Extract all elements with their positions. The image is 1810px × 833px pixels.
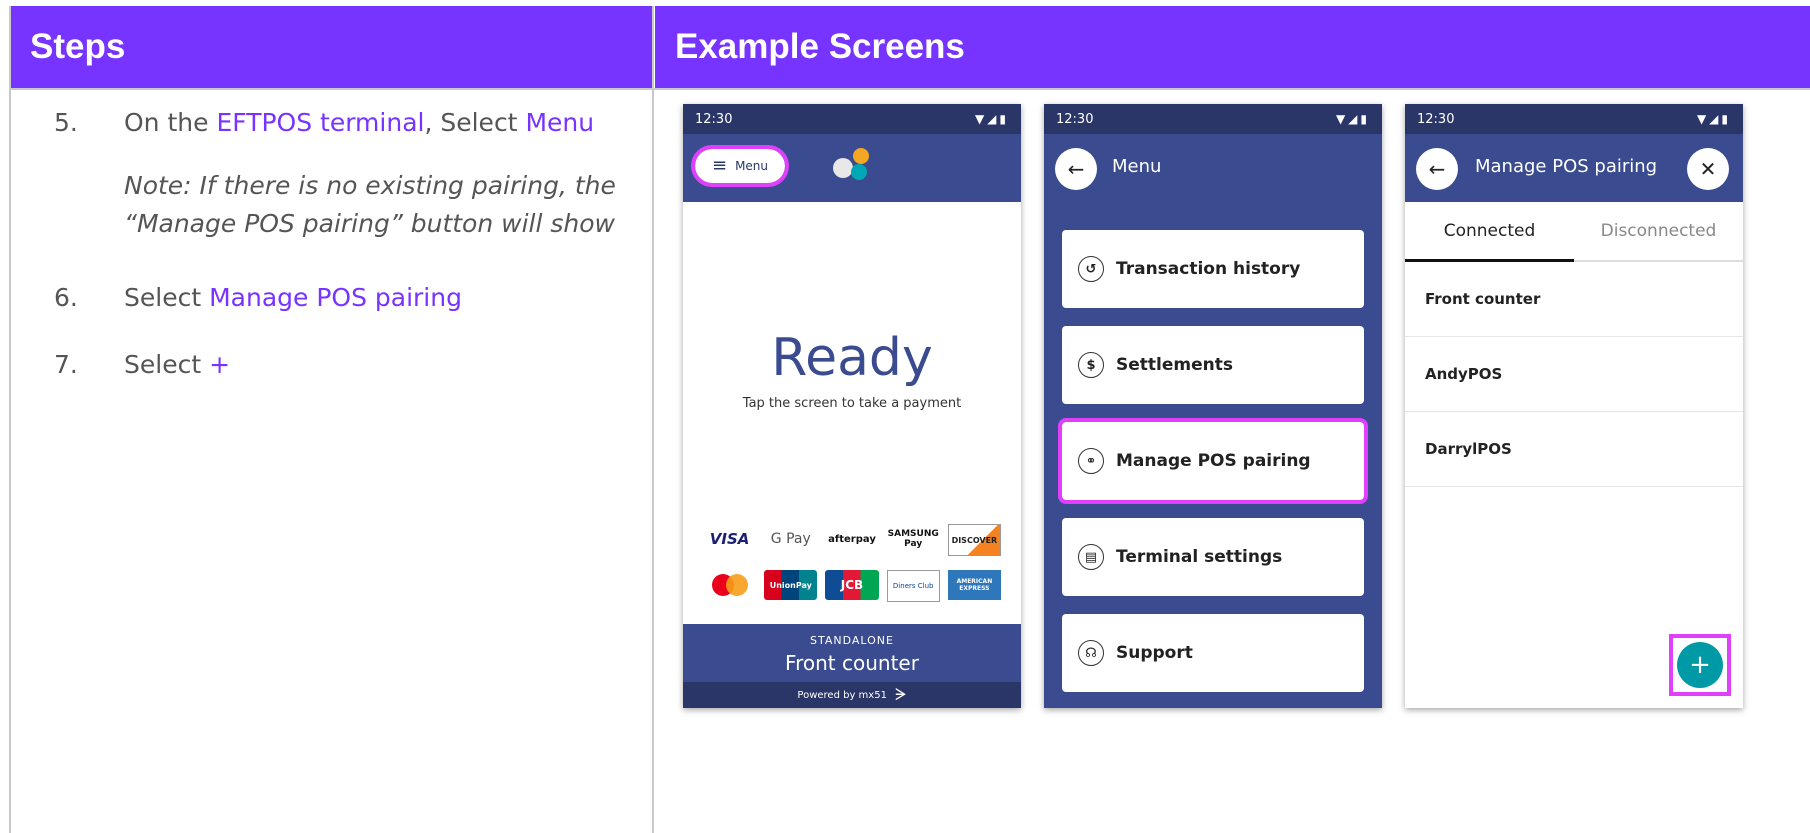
jcb-logo: JCB [825, 570, 879, 600]
menu-item-transaction-history[interactable]: ↺ Transaction history [1062, 230, 1364, 308]
add-pairing-button[interactable]: + [1677, 642, 1723, 688]
status-time: 12:30 [1417, 111, 1455, 127]
screen-title: Manage POS pairing [1475, 156, 1658, 177]
list-item[interactable]: Front counter [1405, 262, 1743, 337]
step-5: 5. On the EFTPOS terminal, Select Menu [20, 108, 640, 137]
link-icon: ⚭ [1078, 448, 1104, 474]
menu-item-label: Support [1116, 643, 1193, 663]
tap-instruction: Tap the screen to take a payment [742, 396, 962, 411]
arrow-left-icon: ← [1428, 157, 1446, 181]
brand-logo [833, 148, 877, 188]
tab-disconnected[interactable]: Disconnected [1574, 202, 1743, 260]
amex-logo: AMERICAN EXPRESS [947, 570, 1001, 600]
arrow-left-icon: ← [1067, 157, 1085, 181]
diners-club-logo: Diners Club [886, 570, 940, 602]
status-bar: 12:30 ▼◢▮ [683, 104, 1021, 134]
menu-item-manage-pos-pairing[interactable]: ⚭ Manage POS pairing [1058, 418, 1368, 504]
step-number: 6. [54, 283, 78, 312]
ready-body[interactable]: Ready Tap the screen to take a payment V… [683, 202, 1021, 624]
step-number: 7. [54, 350, 78, 379]
powered-by-bar: Powered by mx51 ᗒ [683, 682, 1021, 708]
menu-item-support[interactable]: ☊ Support [1062, 614, 1364, 692]
card-logos: VISA G Pay afterpay SAMSUNG Pay DISCOVER… [703, 524, 1001, 602]
ready-title: Ready [771, 328, 933, 388]
plus-link: + [209, 350, 231, 379]
samsung-pay-logo: SAMSUNG Pay [887, 529, 939, 549]
status-icons: ▼◢▮ [1696, 112, 1731, 126]
menu-link: Menu [525, 108, 595, 137]
pairing-tabs: Connected Disconnected [1405, 202, 1743, 262]
plus-icon: + [1689, 650, 1711, 680]
manage-pos-pairing-link: Manage POS pairing [209, 283, 462, 312]
pos-list: Front counter AndyPOS DarrylPOS + [1405, 262, 1743, 708]
menu-button-label: Menu [735, 159, 769, 173]
menu-button[interactable]: ≡ Menu [691, 145, 789, 187]
table-border-left [9, 6, 11, 833]
hamburger-icon: ≡ [711, 155, 728, 176]
mx51-logo-icon: ᗒ [894, 685, 907, 704]
status-time: 12:30 [695, 111, 733, 127]
eftpos-terminal-link: EFTPOS terminal [216, 108, 425, 137]
instruction-table: Steps Example Screens 5. On the EFTPOS t… [0, 0, 1810, 833]
afterpay-logo: afterpay [828, 533, 876, 545]
close-icon: ✕ [1699, 157, 1717, 181]
gpay-logo: G Pay [770, 531, 811, 547]
examples-header: Example Screens [655, 6, 1810, 88]
status-icons: ▼◢▮ [974, 112, 1009, 126]
discover-logo: DISCOVER [947, 524, 1001, 556]
step-number: 5. [54, 108, 78, 137]
status-bar: 12:30 ▼◢▮ [1044, 104, 1382, 134]
unionpay-logo: UnionPay [764, 570, 818, 600]
add-pairing-highlight: + [1669, 634, 1731, 696]
menu-item-label: Settlements [1116, 355, 1233, 375]
terminal-footer: STANDALONE Front counter [683, 624, 1021, 682]
history-icon: ↺ [1078, 256, 1104, 282]
top-bar: ← Manage POS pairing ✕ [1405, 134, 1743, 202]
status-icons: ▼◢▮ [1335, 112, 1370, 126]
top-bar: ≡ Menu [683, 134, 1021, 202]
tab-connected[interactable]: Connected [1405, 202, 1574, 262]
status-time: 12:30 [1056, 111, 1094, 127]
list-item[interactable]: AndyPOS [1405, 337, 1743, 412]
menu-item-label: Manage POS pairing [1116, 451, 1311, 471]
headset-icon: ☊ [1078, 640, 1104, 666]
steps-list: 5. On the EFTPOS terminal, Select Menu N… [20, 108, 640, 417]
terminal-icon: ▤ [1078, 544, 1104, 570]
menu-item-label: Terminal settings [1116, 547, 1283, 567]
table-border-middle [652, 6, 654, 833]
menu-item-settlements[interactable]: $ Settlements [1062, 326, 1364, 404]
step-text: Select [124, 283, 210, 312]
menu-title: Menu [1112, 156, 1162, 177]
list-item[interactable]: DarrylPOS [1405, 412, 1743, 487]
step-7: 7. Select + [20, 350, 640, 379]
phone-ready-screen: 12:30 ▼◢▮ ≡ Menu Ready Tap the screen to… [683, 104, 1021, 708]
steps-header: Steps [10, 6, 652, 88]
menu-item-label: Transaction history [1116, 259, 1301, 279]
phone-manage-pos-pairing-screen: 12:30 ▼◢▮ ← Manage POS pairing ✕ Connect… [1405, 104, 1743, 708]
mastercard-logo [703, 570, 756, 600]
header-divider [9, 88, 1810, 90]
close-button[interactable]: ✕ [1687, 148, 1729, 190]
terminal-mode: STANDALONE [810, 634, 894, 647]
phone-menu-screen: 12:30 ▼◢▮ ← Menu ↺ Transaction history $… [1044, 104, 1382, 708]
back-button[interactable]: ← [1416, 148, 1458, 190]
step-text: Select [124, 350, 210, 379]
step-note: Note: If there is no existing pairing, t… [124, 171, 616, 238]
step-text: On the [124, 108, 217, 137]
back-button[interactable]: ← [1055, 148, 1097, 190]
settlement-icon: $ [1078, 352, 1104, 378]
menu-item-terminal-settings[interactable]: ▤ Terminal settings [1062, 518, 1364, 596]
visa-logo: VISA [709, 530, 750, 548]
step-6: 6. Select Manage POS pairing [20, 283, 640, 312]
powered-by-text: Powered by mx51 [797, 689, 887, 701]
terminal-name: Front counter [785, 651, 919, 675]
status-bar: 12:30 ▼◢▮ [1405, 104, 1743, 134]
menu-body: ← Menu ↺ Transaction history $ Settlemen… [1044, 134, 1382, 708]
step-text: , Select [424, 108, 526, 137]
